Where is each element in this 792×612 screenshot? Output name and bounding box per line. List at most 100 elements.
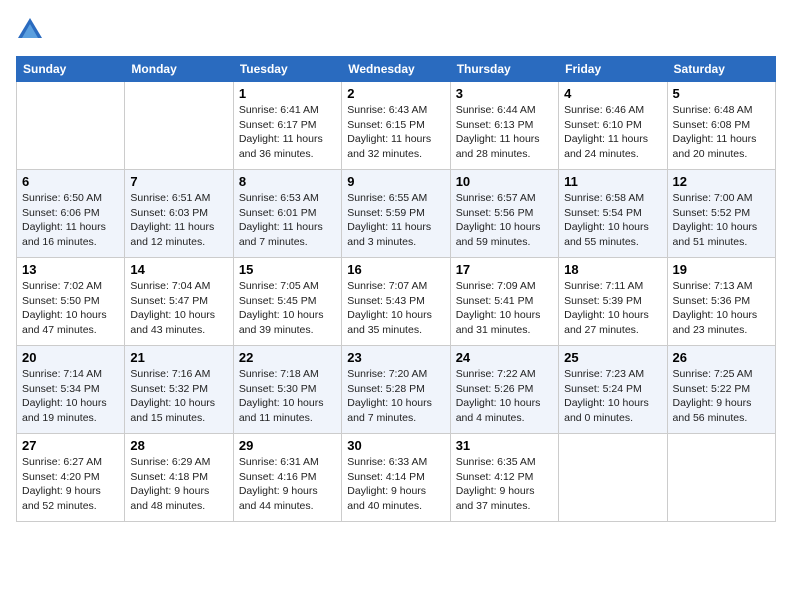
day-number: 26 bbox=[673, 350, 770, 365]
calendar-cell: 15Sunrise: 7:05 AM Sunset: 5:45 PM Dayli… bbox=[233, 258, 341, 346]
day-number: 21 bbox=[130, 350, 227, 365]
page-header bbox=[16, 16, 776, 44]
day-number: 27 bbox=[22, 438, 119, 453]
day-info: Sunrise: 7:09 AM Sunset: 5:41 PM Dayligh… bbox=[456, 279, 553, 338]
day-info: Sunrise: 6:44 AM Sunset: 6:13 PM Dayligh… bbox=[456, 103, 553, 162]
day-of-week-wednesday: Wednesday bbox=[342, 57, 450, 82]
day-info: Sunrise: 6:50 AM Sunset: 6:06 PM Dayligh… bbox=[22, 191, 119, 250]
day-number: 5 bbox=[673, 86, 770, 101]
day-number: 13 bbox=[22, 262, 119, 277]
day-info: Sunrise: 7:11 AM Sunset: 5:39 PM Dayligh… bbox=[564, 279, 661, 338]
day-number: 19 bbox=[673, 262, 770, 277]
calendar-cell: 5 Sunrise: 6:48 AM Sunset: 6:08 PM Daylig… bbox=[667, 82, 775, 170]
calendar-cell: 17 Sunrise: 7:09 AM Sunset: 5:41 PM Dayli… bbox=[450, 258, 558, 346]
calendar-header: SundayMondayTuesdayWednesdayThursdayFrid… bbox=[17, 57, 776, 82]
day-number: 12 bbox=[673, 174, 770, 189]
calendar-cell bbox=[559, 434, 667, 522]
day-info: Sunrise: 7:22 AM Sunset: 5:26 PM Dayligh… bbox=[456, 367, 553, 426]
calendar-cell: 8 Sunrise: 6:53 AM Sunset: 6:01 PM Daylig… bbox=[233, 170, 341, 258]
calendar-week-2: 6 Sunrise: 6:50 AM Sunset: 6:06 PM Daylig… bbox=[17, 170, 776, 258]
day-info: Sunrise: 7:23 AM Sunset: 5:24 PM Dayligh… bbox=[564, 367, 661, 426]
calendar-cell: 31Sunrise: 6:35 AM Sunset: 4:12 PM Dayli… bbox=[450, 434, 558, 522]
calendar-body: 1 Sunrise: 6:41 AM Sunset: 6:17 PM Daylig… bbox=[17, 82, 776, 522]
calendar-cell: 22 Sunrise: 7:18 AM Sunset: 5:30 PM Dayli… bbox=[233, 346, 341, 434]
calendar-cell: 10 Sunrise: 6:57 AM Sunset: 5:56 PM Dayli… bbox=[450, 170, 558, 258]
day-info: Sunrise: 7:18 AM Sunset: 5:30 PM Dayligh… bbox=[239, 367, 336, 426]
day-info: Sunrise: 6:48 AM Sunset: 6:08 PM Dayligh… bbox=[673, 103, 770, 162]
day-info: Sunrise: 6:27 AM Sunset: 4:20 PM Dayligh… bbox=[22, 455, 119, 514]
calendar-cell: 23 Sunrise: 7:20 AM Sunset: 5:28 PM Dayli… bbox=[342, 346, 450, 434]
calendar-cell: 26 Sunrise: 7:25 AM Sunset: 5:22 PM Dayli… bbox=[667, 346, 775, 434]
day-number: 29 bbox=[239, 438, 336, 453]
day-of-week-saturday: Saturday bbox=[667, 57, 775, 82]
day-number: 10 bbox=[456, 174, 553, 189]
calendar-cell: 1 Sunrise: 6:41 AM Sunset: 6:17 PM Daylig… bbox=[233, 82, 341, 170]
calendar-week-4: 20 Sunrise: 7:14 AM Sunset: 5:34 PM Dayli… bbox=[17, 346, 776, 434]
logo-icon bbox=[16, 16, 44, 44]
day-info: Sunrise: 7:14 AM Sunset: 5:34 PM Dayligh… bbox=[22, 367, 119, 426]
day-info: Sunrise: 6:31 AM Sunset: 4:16 PM Dayligh… bbox=[239, 455, 336, 514]
calendar-cell: 27 Sunrise: 6:27 AM Sunset: 4:20 PM Dayli… bbox=[17, 434, 125, 522]
day-info: Sunrise: 6:51 AM Sunset: 6:03 PM Dayligh… bbox=[130, 191, 227, 250]
day-info: Sunrise: 6:57 AM Sunset: 5:56 PM Dayligh… bbox=[456, 191, 553, 250]
calendar-cell: 20 Sunrise: 7:14 AM Sunset: 5:34 PM Dayli… bbox=[17, 346, 125, 434]
calendar-week-3: 13 Sunrise: 7:02 AM Sunset: 5:50 PM Dayli… bbox=[17, 258, 776, 346]
calendar-cell: 11 Sunrise: 6:58 AM Sunset: 5:54 PM Dayli… bbox=[559, 170, 667, 258]
day-number: 25 bbox=[564, 350, 661, 365]
calendar-week-5: 27 Sunrise: 6:27 AM Sunset: 4:20 PM Dayli… bbox=[17, 434, 776, 522]
calendar-cell: 9 Sunrise: 6:55 AM Sunset: 5:59 PM Daylig… bbox=[342, 170, 450, 258]
day-number: 16 bbox=[347, 262, 444, 277]
day-number: 1 bbox=[239, 86, 336, 101]
day-number: 3 bbox=[456, 86, 553, 101]
day-number: 15 bbox=[239, 262, 336, 277]
day-number: 31 bbox=[456, 438, 553, 453]
day-info: Sunrise: 6:53 AM Sunset: 6:01 PM Dayligh… bbox=[239, 191, 336, 250]
day-info: Sunrise: 7:20 AM Sunset: 5:28 PM Dayligh… bbox=[347, 367, 444, 426]
day-info: Sunrise: 7:13 AM Sunset: 5:36 PM Dayligh… bbox=[673, 279, 770, 338]
calendar-cell: 29 Sunrise: 6:31 AM Sunset: 4:16 PM Dayli… bbox=[233, 434, 341, 522]
calendar-week-1: 1 Sunrise: 6:41 AM Sunset: 6:17 PM Daylig… bbox=[17, 82, 776, 170]
calendar-cell: 16 Sunrise: 7:07 AM Sunset: 5:43 PM Dayli… bbox=[342, 258, 450, 346]
day-info: Sunrise: 7:02 AM Sunset: 5:50 PM Dayligh… bbox=[22, 279, 119, 338]
calendar-cell bbox=[667, 434, 775, 522]
day-number: 11 bbox=[564, 174, 661, 189]
day-of-week-friday: Friday bbox=[559, 57, 667, 82]
day-number: 9 bbox=[347, 174, 444, 189]
calendar-cell: 18 Sunrise: 7:11 AM Sunset: 5:39 PM Dayli… bbox=[559, 258, 667, 346]
day-number: 28 bbox=[130, 438, 227, 453]
day-info: Sunrise: 6:43 AM Sunset: 6:15 PM Dayligh… bbox=[347, 103, 444, 162]
day-info: Sunrise: 6:33 AM Sunset: 4:14 PM Dayligh… bbox=[347, 455, 444, 514]
calendar-cell bbox=[125, 82, 233, 170]
day-of-week-sunday: Sunday bbox=[17, 57, 125, 82]
day-info: Sunrise: 6:58 AM Sunset: 5:54 PM Dayligh… bbox=[564, 191, 661, 250]
day-info: Sunrise: 6:55 AM Sunset: 5:59 PM Dayligh… bbox=[347, 191, 444, 250]
day-info: Sunrise: 6:41 AM Sunset: 6:17 PM Dayligh… bbox=[239, 103, 336, 162]
day-info: Sunrise: 6:46 AM Sunset: 6:10 PM Dayligh… bbox=[564, 103, 661, 162]
day-number: 2 bbox=[347, 86, 444, 101]
day-info: Sunrise: 7:25 AM Sunset: 5:22 PM Dayligh… bbox=[673, 367, 770, 426]
day-number: 4 bbox=[564, 86, 661, 101]
day-number: 14 bbox=[130, 262, 227, 277]
day-number: 20 bbox=[22, 350, 119, 365]
calendar-cell bbox=[17, 82, 125, 170]
day-number: 6 bbox=[22, 174, 119, 189]
calendar-cell: 4 Sunrise: 6:46 AM Sunset: 6:10 PM Daylig… bbox=[559, 82, 667, 170]
day-of-week-thursday: Thursday bbox=[450, 57, 558, 82]
day-number: 8 bbox=[239, 174, 336, 189]
day-info: Sunrise: 7:07 AM Sunset: 5:43 PM Dayligh… bbox=[347, 279, 444, 338]
day-number: 18 bbox=[564, 262, 661, 277]
day-info: Sunrise: 7:04 AM Sunset: 5:47 PM Dayligh… bbox=[130, 279, 227, 338]
day-number: 22 bbox=[239, 350, 336, 365]
day-number: 7 bbox=[130, 174, 227, 189]
day-info: Sunrise: 7:00 AM Sunset: 5:52 PM Dayligh… bbox=[673, 191, 770, 250]
calendar-cell: 13 Sunrise: 7:02 AM Sunset: 5:50 PM Dayli… bbox=[17, 258, 125, 346]
calendar-cell: 14 Sunrise: 7:04 AM Sunset: 5:47 PM Dayli… bbox=[125, 258, 233, 346]
days-of-week-row: SundayMondayTuesdayWednesdayThursdayFrid… bbox=[17, 57, 776, 82]
calendar-cell: 24Sunrise: 7:22 AM Sunset: 5:26 PM Dayli… bbox=[450, 346, 558, 434]
day-number: 17 bbox=[456, 262, 553, 277]
day-of-week-monday: Monday bbox=[125, 57, 233, 82]
day-number: 23 bbox=[347, 350, 444, 365]
calendar-cell: 30Sunrise: 6:33 AM Sunset: 4:14 PM Dayli… bbox=[342, 434, 450, 522]
calendar-cell: 19 Sunrise: 7:13 AM Sunset: 5:36 PM Dayli… bbox=[667, 258, 775, 346]
day-of-week-tuesday: Tuesday bbox=[233, 57, 341, 82]
